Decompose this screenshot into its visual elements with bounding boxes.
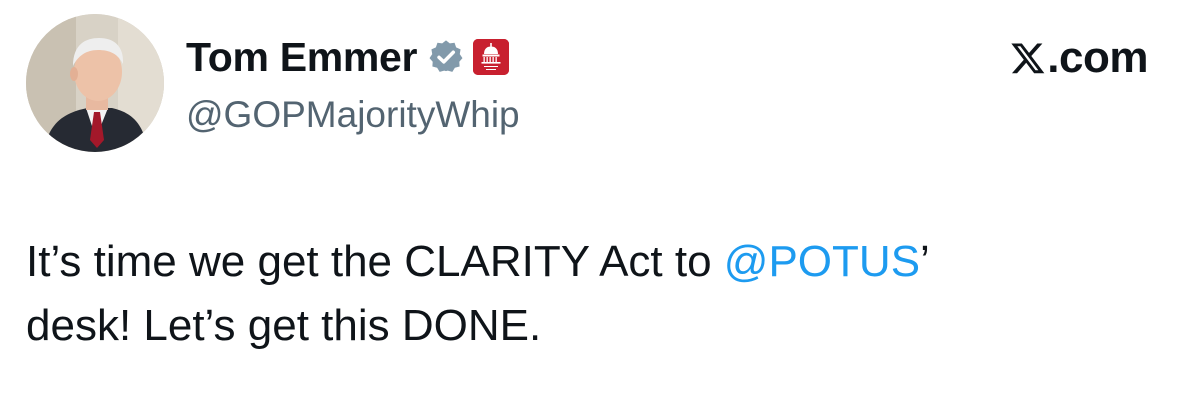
verified-badge-icon [427, 38, 465, 76]
author-handle[interactable]: @GOPMajorityWhip [186, 92, 520, 138]
brand-watermark: .com [1010, 32, 1148, 84]
tweet-text-line-2: desk! Let’s get this DONE. [26, 301, 542, 350]
x-logo-icon [1010, 40, 1046, 76]
capitol-dome-badge-icon[interactable] [473, 39, 510, 75]
author-avatar[interactable] [26, 14, 164, 152]
tweet-text: It’s time we get the CLARITY Act to @POT… [26, 230, 1166, 358]
tweet-card: Tom Emmer @GOPMajorityWhip .com It’s tim… [0, 0, 1200, 413]
author-name-row: Tom Emmer [186, 32, 510, 82]
mention-link[interactable]: @POTUS [724, 237, 920, 286]
tweet-text-line-1: It’s time we get the CLARITY Act to @POT… [26, 230, 1166, 294]
tweet-text-segment: ’ [920, 237, 930, 286]
tweet-text-segment: It’s time we get the CLARITY Act to [26, 237, 724, 286]
avatar-image [26, 14, 164, 152]
brand-domain-text: .com [1047, 33, 1148, 82]
author-display-name[interactable]: Tom Emmer [186, 32, 418, 82]
